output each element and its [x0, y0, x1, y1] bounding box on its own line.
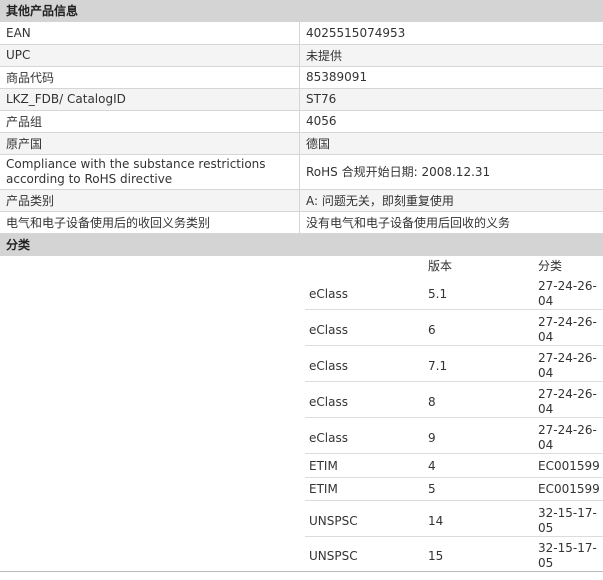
row-divider — [305, 308, 603, 310]
table-bottom-border — [0, 570, 603, 572]
row-label: 产品组 — [0, 110, 300, 133]
class-cell: 27-24-26-04 — [538, 350, 597, 380]
system-cell: ETIM — [309, 481, 338, 496]
version-cell: 7.1 — [428, 358, 448, 373]
version-cell: 4 — [428, 458, 436, 473]
row-label: Compliance with the substance restrictio… — [0, 154, 300, 190]
version-column-header: 版本 — [428, 258, 453, 273]
system-cell: eClass — [309, 286, 348, 301]
other-info-title: 其他产品信息 — [0, 0, 603, 22]
row-divider — [305, 452, 603, 454]
row-label: 原产国 — [0, 132, 300, 155]
class-cell: EC001599 — [538, 481, 600, 496]
version-cell: 8 — [428, 394, 436, 409]
system-cell: eClass — [309, 358, 348, 373]
version-cell: 5.1 — [428, 286, 448, 301]
version-cell: 15 — [428, 548, 444, 563]
row-divider — [305, 476, 603, 478]
row-divider — [305, 499, 603, 501]
row-value: A: 问题无关，即刻重复使用 — [299, 189, 603, 212]
table-row: 原产国 德国 — [0, 132, 603, 155]
class-cell: 27-24-26-04 — [538, 422, 597, 452]
system-cell: UNSPSC — [309, 513, 358, 528]
class-cell: EC001599 — [538, 458, 600, 473]
row-divider — [305, 416, 603, 418]
row-label: 电气和电子设备使用后的收回义务类别 — [0, 211, 300, 234]
system-cell: UNSPSC — [309, 548, 358, 563]
table-row: 产品类别 A: 问题无关，即刻重复使用 — [0, 189, 603, 212]
row-label: LKZ_FDB/ CatalogID — [0, 88, 300, 111]
system-cell: eClass — [309, 430, 348, 445]
row-label: 产品类别 — [0, 189, 300, 212]
class-cell: 27-24-26-04 — [538, 314, 597, 344]
row-value: 未提供 — [299, 44, 603, 67]
row-label: 商品代码 — [0, 66, 300, 89]
row-divider — [305, 344, 603, 346]
classification-table: 版本 分类 eClass 5.1 27-24-26-04 eClass 6 27… — [0, 256, 603, 572]
table-row: UPC 未提供 — [0, 44, 603, 67]
row-value: 4025515074953 — [299, 22, 603, 45]
product-info-page: 其他产品信息 EAN 4025515074953 UPC 未提供 商品代码 85… — [0, 0, 603, 572]
class-cell: 27-24-26-04 — [538, 278, 597, 308]
system-cell: eClass — [309, 322, 348, 337]
table-row: LKZ_FDB/ CatalogID ST76 — [0, 88, 603, 111]
row-value: 德国 — [299, 132, 603, 155]
table-row: 电气和电子设备使用后的收回义务类别 没有电气和电子设备使用后回收的义务 — [0, 211, 603, 234]
row-divider — [305, 380, 603, 382]
table-row: 商品代码 85389091 — [0, 66, 603, 89]
row-value: 85389091 — [299, 66, 603, 89]
row-label: EAN — [0, 22, 300, 45]
version-cell: 9 — [428, 430, 436, 445]
row-value: RoHS 合规开始日期: 2008.12.31 — [299, 154, 603, 190]
system-cell: eClass — [309, 394, 348, 409]
row-divider — [305, 535, 603, 537]
table-row: 产品组 4056 — [0, 110, 603, 133]
row-value: ST76 — [299, 88, 603, 111]
classification-title: 分类 — [0, 233, 603, 256]
system-cell: ETIM — [309, 458, 338, 473]
other-info-table: EAN 4025515074953 UPC 未提供 商品代码 85389091 … — [0, 22, 603, 234]
row-label: UPC — [0, 44, 300, 67]
row-value: 4056 — [299, 110, 603, 133]
version-cell: 5 — [428, 481, 436, 496]
version-cell: 14 — [428, 513, 444, 528]
table-row: EAN 4025515074953 — [0, 22, 603, 45]
class-column-header: 分类 — [538, 258, 563, 273]
class-cell: 32-15-17-05 — [538, 540, 597, 570]
table-row: Compliance with the substance restrictio… — [0, 154, 603, 190]
class-cell: 27-24-26-04 — [538, 386, 597, 416]
version-cell: 6 — [428, 322, 436, 337]
row-value: 没有电气和电子设备使用后回收的义务 — [299, 211, 603, 234]
class-cell: 32-15-17-05 — [538, 505, 597, 535]
